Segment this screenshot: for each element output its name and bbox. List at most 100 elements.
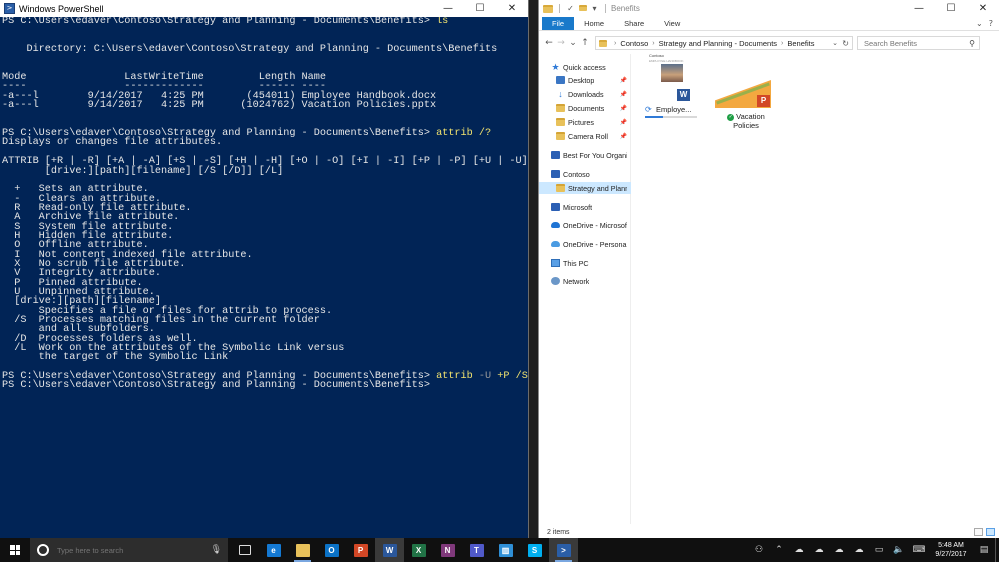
nav-item[interactable]: Strategy and Planning - Documents — [539, 182, 631, 194]
taskbar-search-input[interactable] — [57, 545, 207, 555]
breadcrumb-benefits[interactable]: Benefits — [787, 39, 814, 48]
document-thumbnail: Contoso EMPLOYEE HANDBOOK — [647, 53, 699, 100]
back-icon[interactable]: ← — [543, 38, 555, 48]
nav-item[interactable]: ★ Quick access — [539, 61, 631, 73]
file-explorer-window[interactable]: ✓ ▾ Benefits — ☐ ✕ File Home Share View … — [538, 0, 999, 538]
desktop: > Windows PowerShell — ☐ ✕ PS C:\Users\e… — [0, 0, 999, 562]
onedrive-icon[interactable]: ☁ — [809, 538, 829, 562]
ribbon-tabs: File Home Share View ⌄ ? — [539, 17, 999, 31]
nav-item[interactable]: Pictures 📌 — [539, 116, 631, 128]
volume-icon[interactable]: 🔈 — [889, 538, 909, 562]
teams-icon[interactable]: T — [462, 538, 491, 562]
powershell-titlebar[interactable]: > Windows PowerShell — ☐ ✕ — [0, 0, 528, 17]
nav-item[interactable]: OneDrive - Microsoft — [539, 219, 631, 231]
search-box[interactable]: ⚲ — [857, 36, 980, 50]
notifications-icon[interactable]: ▤ — [973, 538, 995, 562]
tab-file[interactable]: File — [542, 17, 575, 30]
tab-home[interactable]: Home — [574, 17, 614, 30]
nav-item-label: Pictures — [568, 117, 594, 127]
nav-item[interactable]: OneDrive - Personal — [539, 238, 631, 250]
nav-item[interactable]: Microsoft — [539, 201, 631, 213]
chevron-down-icon[interactable]: ⌄ — [832, 37, 838, 50]
word-icon[interactable]: W — [375, 538, 404, 562]
explorer-titlebar[interactable]: ✓ ▾ Benefits — ☐ ✕ — [539, 0, 999, 17]
file-explorer-icon[interactable] — [288, 538, 317, 562]
people-icon[interactable]: ⚇ — [749, 538, 769, 562]
console-output[interactable]: PS C:\Users\edaver\Contoso\Strategy and … — [2, 17, 528, 538]
edge-icon[interactable]: e — [259, 538, 288, 562]
file-item-vacation-policies[interactable]: P ✓ Vacation Policies — [715, 62, 781, 132]
customize-quick-access-icon[interactable]: ▾ — [590, 4, 599, 13]
breadcrumb-contoso[interactable]: Contoso — [620, 39, 648, 48]
start-button[interactable] — [0, 538, 30, 562]
task-view-icon[interactable] — [230, 538, 259, 562]
nav-item-label: Contoso — [563, 169, 590, 179]
maximize-button[interactable]: ☐ — [464, 0, 496, 17]
tab-view[interactable]: View — [654, 17, 690, 30]
show-desktop-button[interactable] — [995, 538, 999, 562]
up-icon[interactable]: ↑ — [579, 38, 591, 48]
downloads-icon: ↓ — [558, 89, 563, 99]
taskbar-search[interactable]: 🎙 — [30, 538, 228, 562]
system-tray: ⚇ ⌃ ☁ ☁ ☁ ☁ ▭ 🔈 ⌨ 5:48 AM 9/27/2017 ▤ — [749, 538, 999, 562]
documents-icon — [556, 104, 565, 112]
breadcrumb-strategy[interactable]: Strategy and Planning - Documents — [659, 39, 777, 48]
folder-icon — [543, 4, 553, 13]
nav-item-label: Network — [563, 276, 590, 286]
nav-item[interactable]: Best For You Organics — [539, 149, 631, 161]
chevron-up-icon[interactable]: ⌃ — [769, 538, 789, 562]
star-icon: ★ — [551, 62, 560, 72]
search-input[interactable] — [864, 38, 964, 48]
powershell-window[interactable]: > Windows PowerShell — ☐ ✕ PS C:\Users\e… — [0, 0, 529, 538]
pin-icon: 📌 — [619, 105, 627, 112]
new-folder-icon[interactable] — [578, 4, 587, 13]
minimize-button[interactable]: — — [903, 0, 935, 17]
file-item-employee-handbook[interactable]: Contoso EMPLOYEE HANDBOOK W ⟳ Employe... — [643, 53, 709, 126]
excel-icon[interactable]: X — [404, 538, 433, 562]
nav-item[interactable]: This PC — [539, 257, 631, 269]
nav-item[interactable]: Network — [539, 275, 631, 287]
large-icons-view-button[interactable] — [986, 528, 995, 536]
expand-ribbon-icon[interactable]: ⌄ — [976, 19, 983, 28]
nav-item[interactable]: Contoso — [539, 168, 631, 180]
onedrive-icon[interactable]: ☁ — [829, 538, 849, 562]
clock-date: 9/27/2017 — [935, 551, 967, 558]
minimize-button[interactable]: — — [432, 0, 464, 17]
address-bar[interactable]: › Contoso › Strategy and Planning - Docu… — [595, 36, 853, 50]
powerpoint-icon[interactable]: P — [346, 538, 375, 562]
properties-icon[interactable]: ✓ — [566, 4, 575, 13]
nav-item-label: Strategy and Planning - Documents — [568, 183, 627, 193]
store-icon[interactable]: ▥ — [491, 538, 520, 562]
monitor-icon[interactable]: ▭ — [869, 538, 889, 562]
nav-item[interactable]: Camera Roll 📌 — [539, 130, 631, 142]
onedrive-icon[interactable]: ☁ — [789, 538, 809, 562]
recent-locations-icon[interactable]: ⌄ — [567, 38, 579, 48]
file-list[interactable]: Contoso EMPLOYEE HANDBOOK W ⟳ Employe...… — [639, 53, 999, 522]
nav-item[interactable]: Documents 📌 — [539, 102, 631, 114]
help-icon[interactable]: ? — [989, 19, 993, 28]
cloud-icon[interactable]: ☁ — [849, 538, 869, 562]
navigation-pane[interactable]: ★ Quick access Desktop 📌 ↓ Downloads 📌 Document… — [539, 54, 631, 524]
clock[interactable]: 5:48 AM 9/27/2017 — [929, 541, 973, 559]
skype-icon[interactable]: S — [520, 538, 549, 562]
pc-icon — [551, 259, 560, 267]
powerpoint-icon: P — [757, 95, 770, 107]
powershell-icon[interactable]: > — [549, 538, 578, 562]
refresh-icon[interactable]: ↻ — [842, 37, 849, 50]
console-line: Directory: C:\Users\edaver\Contoso\Strat… — [2, 44, 498, 56]
close-button[interactable]: ✕ — [967, 0, 999, 17]
forward-icon[interactable]: → — [555, 38, 567, 48]
ime-icon[interactable]: ⌨ — [909, 538, 929, 562]
microphone-icon[interactable]: 🎙 — [211, 545, 222, 555]
outlook-icon[interactable]: O — [317, 538, 346, 562]
nav-item[interactable]: Desktop 📌 — [539, 74, 631, 86]
maximize-button[interactable]: ☐ — [935, 0, 967, 17]
tab-share[interactable]: Share — [614, 17, 654, 30]
close-button[interactable]: ✕ — [496, 0, 528, 17]
onenote-icon[interactable]: N — [433, 538, 462, 562]
nav-item[interactable]: ↓ Downloads 📌 — [539, 88, 631, 100]
onedrive-icon — [551, 241, 560, 247]
details-view-button[interactable] — [974, 528, 983, 536]
clock-time: 5:48 AM — [938, 542, 964, 549]
